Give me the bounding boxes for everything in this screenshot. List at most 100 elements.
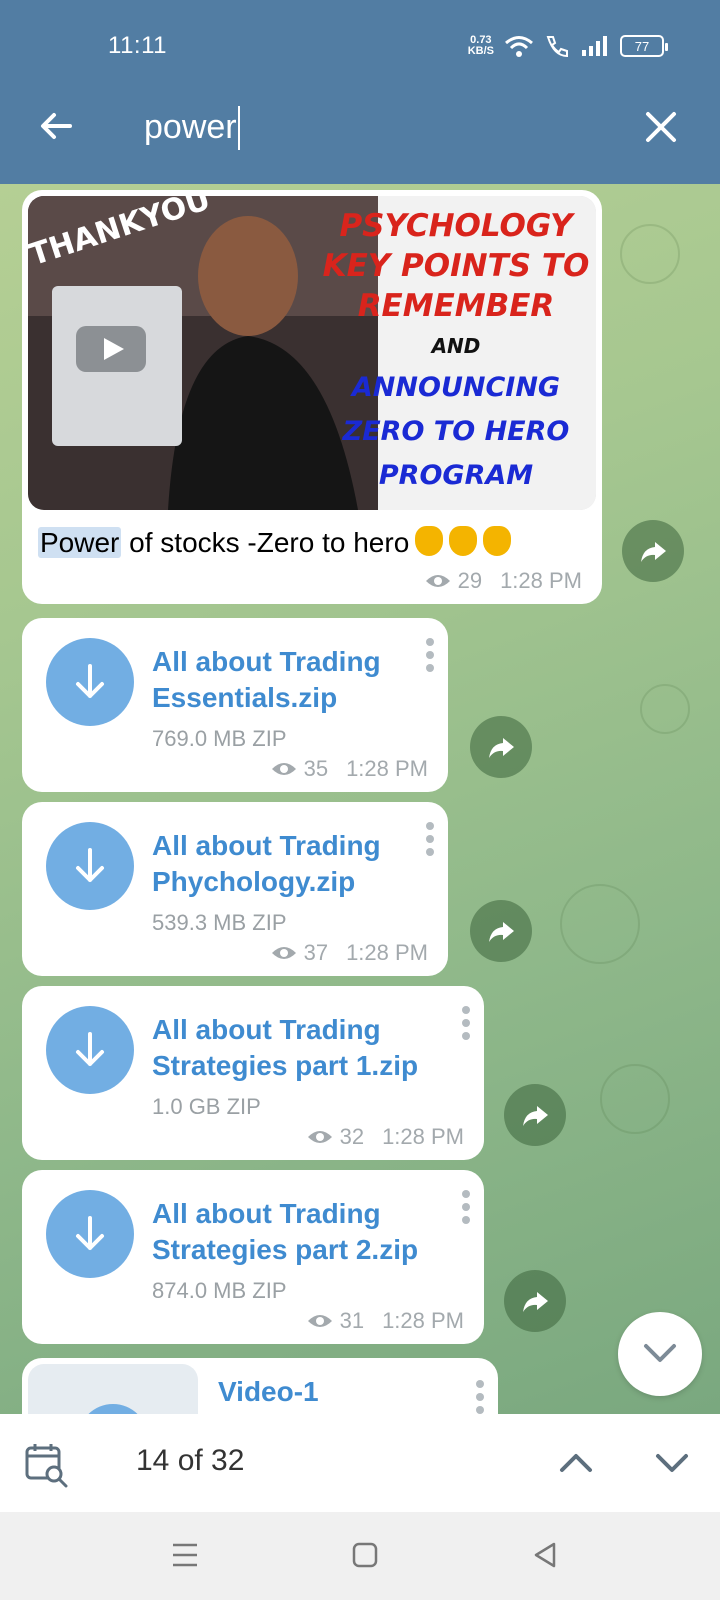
menu-dots-icon[interactable] (424, 822, 436, 862)
file-message[interactable]: All about Trading Strategies part 2.zip … (22, 1170, 484, 1344)
view-count: 35 (303, 756, 329, 781)
scroll-down-button[interactable] (618, 1312, 702, 1396)
view-count: 37 (303, 940, 329, 965)
app-header: 11:11 0.73 KB/S 77 power (0, 0, 720, 184)
download-button[interactable] (46, 1006, 134, 1094)
download-button[interactable] (46, 638, 134, 726)
share-icon (523, 1106, 548, 1126)
share-button[interactable] (622, 520, 684, 582)
eye-icon (271, 763, 296, 775)
file-message[interactable]: All about Trading Essentials.zip 769.0 M… (22, 618, 448, 792)
download-icon (76, 848, 104, 882)
signal-icon (582, 36, 607, 56)
menu-dots-icon[interactable] (424, 638, 436, 678)
video-thumbnail[interactable] (28, 1364, 198, 1414)
battery-indicator: 77 (620, 35, 668, 57)
file-name-line: All about Trading (152, 1198, 381, 1229)
caption-text: of stocks -Zero to hero (121, 527, 410, 558)
view-count: 31 (339, 1308, 365, 1333)
share-button[interactable] (470, 716, 532, 778)
file-message[interactable]: All about Trading Strategies part 1.zip … (22, 986, 484, 1160)
call-wifi-icon (546, 36, 568, 58)
eye-icon (425, 575, 450, 587)
image-headline-4: AND (431, 334, 481, 358)
file-name[interactable]: All about Trading Essentials.zip (152, 644, 381, 716)
chat-area[interactable]: THANKYOU PSYCHOLOGY KEY POINTS TO REMEMB… (0, 184, 720, 1414)
message-time: 1:28 PM (346, 756, 428, 781)
video-message[interactable]: Video-1 (22, 1358, 498, 1414)
video-title[interactable]: Video-1 (218, 1376, 319, 1408)
share-button[interactable] (470, 900, 532, 962)
file-name-line: All about Trading (152, 646, 381, 677)
file-name[interactable]: All about Trading Strategies part 1.zip (152, 1012, 418, 1084)
menu-dots-icon[interactable] (460, 1006, 472, 1046)
message-meta: 37 1:28 PM (270, 940, 428, 966)
share-button[interactable] (504, 1084, 566, 1146)
share-icon (489, 738, 514, 758)
photo-message[interactable]: THANKYOU PSYCHOLOGY KEY POINTS TO REMEMB… (22, 190, 602, 604)
file-name-line: All about Trading (152, 830, 381, 861)
file-name-line: Strategies part 1.zip (152, 1050, 419, 1081)
file-name[interactable]: All about Trading Strategies part 2.zip (152, 1196, 418, 1268)
wifi-icon (505, 36, 533, 57)
net-speed-unit: KB/S (467, 45, 494, 57)
pointing-down-emoji-icon (415, 526, 444, 556)
eye-icon (307, 1315, 332, 1327)
message-time: 1:28 PM (500, 568, 582, 593)
wallpaper-doodle (620, 224, 680, 284)
file-size: 1.0 GB ZIP (152, 1094, 261, 1119)
wallpaper-doodle (560, 884, 640, 964)
search-navigation-bar: 14 of 32 (0, 1414, 720, 1512)
search-highlight: Power (38, 527, 122, 558)
eye-icon (271, 947, 296, 959)
image-headline-6: ZERO TO HERO (342, 416, 570, 447)
recent-apps-icon[interactable] (170, 1540, 200, 1570)
status-time: 11:11 (108, 32, 167, 59)
image-headline-1: PSYCHOLOGY (339, 208, 573, 244)
download-button[interactable] (46, 1190, 134, 1278)
close-icon[interactable] (642, 108, 680, 146)
image-headline-7: PROGRAM (378, 460, 534, 491)
post-image[interactable]: THANKYOU PSYCHOLOGY KEY POINTS TO REMEMB… (28, 196, 596, 510)
message-meta: 29 1:28 PM (424, 568, 582, 594)
wallpaper-doodle (600, 1064, 670, 1134)
search-result-counter: 14 of 32 (136, 1444, 245, 1477)
back-nav-icon[interactable] (530, 1540, 560, 1570)
share-icon (489, 922, 514, 942)
file-name-line: Essentials.zip (152, 682, 338, 713)
chevron-down-icon (644, 1344, 676, 1362)
network-speed: 0.73 KB/S (468, 35, 494, 57)
message-time: 1:28 PM (346, 940, 428, 965)
download-icon (76, 1032, 104, 1066)
chevron-up-icon[interactable] (556, 1442, 596, 1482)
pointing-down-emoji-icon (449, 526, 478, 556)
search-input[interactable]: power (144, 106, 240, 150)
chevron-down-icon[interactable] (652, 1442, 692, 1482)
view-count: 29 (457, 568, 483, 593)
pointing-down-emoji-icon (483, 526, 512, 556)
file-name-line: Phychology.zip (152, 866, 356, 897)
file-name-line: Strategies part 2.zip (152, 1234, 419, 1265)
message-meta: 35 1:28 PM (270, 756, 428, 782)
share-icon (641, 542, 666, 562)
photo-caption: Power of stocks -Zero to hero (38, 526, 512, 559)
image-headline-2: KEY POINTS TO (322, 248, 590, 284)
file-message[interactable]: All about Trading Phychology.zip 539.3 M… (22, 802, 448, 976)
view-count: 32 (339, 1124, 365, 1149)
message-meta: 31 1:28 PM (306, 1308, 464, 1334)
file-name[interactable]: All about Trading Phychology.zip (152, 828, 381, 900)
calendar-search-icon[interactable] (24, 1442, 70, 1488)
download-icon (76, 1216, 104, 1250)
home-icon[interactable] (350, 1540, 380, 1570)
back-arrow-icon[interactable] (36, 106, 76, 146)
download-button[interactable] (46, 822, 134, 910)
status-icons: 0.73 KB/S 77 (468, 34, 668, 58)
image-headline-5: ANNOUNCING (351, 372, 561, 403)
menu-dots-icon[interactable] (460, 1190, 472, 1230)
share-icon (523, 1292, 548, 1312)
share-button[interactable] (504, 1270, 566, 1332)
file-name-line: All about Trading (152, 1014, 381, 1045)
menu-dots-icon[interactable] (474, 1380, 486, 1414)
download-icon (76, 664, 104, 698)
message-meta: 32 1:28 PM (306, 1124, 464, 1150)
